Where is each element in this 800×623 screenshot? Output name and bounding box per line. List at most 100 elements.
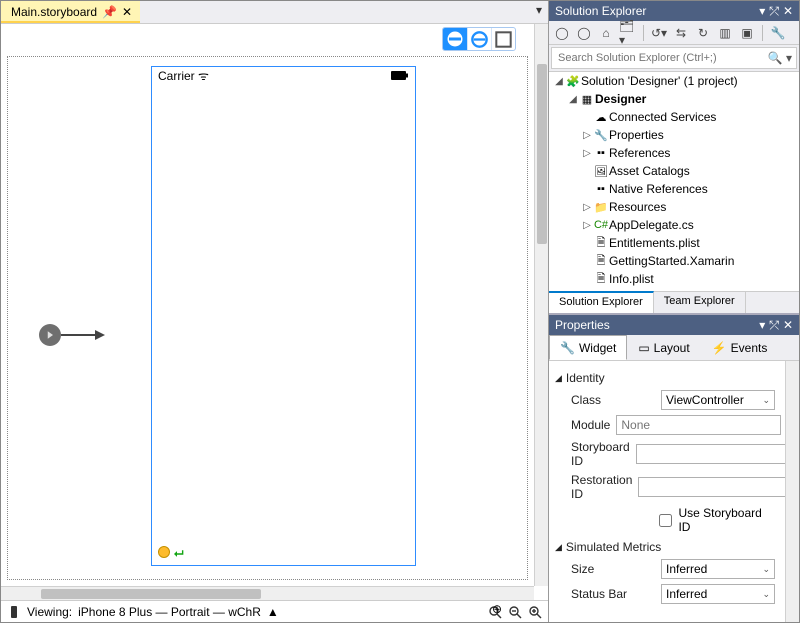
zoom-fit-button[interactable]: ⊕ [488, 605, 502, 619]
expander-icon[interactable]: ◢ [553, 76, 565, 87]
size-combo[interactable]: Inferred ⌄ [661, 559, 775, 579]
properties-panel: Properties ▾ ⤱ ✕ 🔧Widget ▭Layout ⚡Events… [549, 313, 799, 622]
property-row-restoration-id: Restoration ID [571, 473, 775, 501]
simulated-status-bar: Carrier ᯤ [152, 67, 415, 83]
designer-top-toolbar [442, 27, 516, 51]
use-storyboard-id-checkbox[interactable]: Use Storyboard ID [659, 506, 775, 534]
status-bar-combo[interactable]: Inferred ⌄ [661, 584, 775, 604]
vertical-scrollbar[interactable] [534, 24, 548, 586]
solution-explorer-title-bar[interactable]: Solution Explorer ▾ ⤱ ✕ [549, 1, 799, 21]
pin-icon[interactable]: 📌 [102, 5, 117, 19]
scrollbar-thumb[interactable] [537, 64, 547, 244]
tab-overflow-menu[interactable]: ▾ [530, 1, 548, 23]
chevron-down-icon: ⌄ [762, 395, 770, 406]
chevron-up-icon[interactable]: ▲ [267, 605, 279, 619]
tab-team-explorer[interactable]: Team Explorer [654, 292, 746, 313]
expander-icon[interactable]: ◢ [567, 94, 579, 105]
tree-item-native-references[interactable]: ▪▪ Native References [549, 180, 799, 198]
pin-icon[interactable]: ⤱ [769, 318, 779, 333]
initial-view-controller-arrow[interactable] [39, 324, 105, 346]
expander-icon[interactable]: ▷ [581, 148, 593, 159]
first-responder-icon[interactable] [158, 546, 170, 558]
properties-body: ◢ Identity Class ViewController ⌄ Module… [549, 361, 785, 622]
tree-item-appdelegate[interactable]: ▷ C# AppDelegate.cs [549, 216, 799, 234]
view-controller-scene[interactable]: Carrier ᯤ ⮠ [151, 66, 416, 566]
panel-menu-icon[interactable]: ▾ [759, 4, 765, 18]
checkbox-input[interactable] [659, 514, 672, 527]
view-code-button[interactable]: ▥ [716, 24, 734, 42]
solution-tree[interactable]: ◢ 🧩 Solution 'Designer' (1 project) ◢ ▦ … [549, 71, 799, 291]
vertical-scrollbar[interactable] [785, 361, 799, 622]
expander-icon[interactable]: ▷ [581, 202, 593, 213]
scene-dock[interactable]: ⮠ [158, 546, 184, 561]
search-icon[interactable]: 🔍 ▾ [768, 51, 792, 65]
close-icon[interactable]: ✕ [783, 318, 793, 332]
solution-explorer-search[interactable]: 🔍 ▾ [551, 47, 797, 69]
properties-tabs: 🔧Widget ▭Layout ⚡Events [549, 335, 799, 361]
expander-icon[interactable]: ▷ [581, 220, 593, 231]
tab-solution-explorer[interactable]: Solution Explorer [549, 291, 654, 313]
tree-item-references[interactable]: ▷ ▪▪ References [549, 144, 799, 162]
solution-explorer-panel: Solution Explorer ▾ ⤱ ✕ ◯ ◯ ⌂ 🗂▾ ↺▾ ⇆ ↻ … [549, 1, 799, 313]
cloud-icon: ☁ [593, 111, 609, 124]
property-row-use-storyboard-id: Use Storyboard ID [571, 506, 775, 534]
csharp-icon: C# [593, 219, 609, 231]
zoom-out-button[interactable] [508, 605, 522, 619]
tree-item-asset-catalogs[interactable]: 🖼 Asset Catalogs [549, 162, 799, 180]
show-all-button[interactable]: ↻ [694, 24, 712, 42]
tree-item-getting-started[interactable]: 🗎 GettingStarted.Xamarin [549, 252, 799, 270]
properties-title-bar[interactable]: Properties ▾ ⤱ ✕ [549, 315, 799, 335]
tree-item-connected-services[interactable]: ☁ Connected Services [549, 108, 799, 126]
chevron-down-icon: ⌄ [762, 589, 770, 600]
refresh-button[interactable]: ↺▾ [650, 24, 668, 42]
zoom-in-button[interactable] [528, 605, 542, 619]
close-icon[interactable]: ✕ [122, 5, 132, 19]
storyboard-id-field[interactable] [636, 444, 785, 464]
viewing-device[interactable]: iPhone 8 Plus — Portrait — wChR [78, 605, 261, 619]
exit-icon[interactable]: ⮠ [174, 546, 184, 561]
chevron-down-icon: ⌄ [762, 564, 770, 575]
panel-menu-icon[interactable]: ▾ [759, 318, 765, 332]
wrench-icon: 🔧 [593, 129, 609, 142]
group-header-identity[interactable]: ◢ Identity [555, 371, 775, 385]
frame-mode-button[interactable] [467, 28, 491, 50]
storyboard-designer: Carrier ᯤ ⮠ [1, 23, 548, 600]
pin-icon[interactable]: ⤱ [769, 4, 779, 19]
preview-button[interactable]: ▣ [738, 24, 756, 42]
close-icon[interactable]: ✕ [783, 4, 793, 18]
folder-icon: 📁 [593, 201, 609, 214]
tree-item-resources[interactable]: ▷ 📁 Resources [549, 198, 799, 216]
expander-icon[interactable]: ▷ [581, 130, 593, 141]
layout-icon: ▭ [638, 341, 649, 355]
class-combo[interactable]: ViewController ⌄ [661, 390, 775, 410]
lightning-icon: ⚡ [712, 341, 727, 355]
designer-status-bar: Viewing: iPhone 8 Plus — Portrait — wChR… [1, 600, 548, 622]
wifi-icon: ᯤ [198, 69, 209, 83]
tab-events[interactable]: ⚡Events [701, 335, 779, 360]
constraint-mode-button[interactable] [443, 28, 467, 50]
wrench-icon: 🔧 [560, 341, 575, 355]
document-tab-main-storyboard[interactable]: Main.storyboard 📌 ✕ [1, 1, 140, 23]
collapse-all-button[interactable]: ⇆ [672, 24, 690, 42]
carrier-label: Carrier [158, 69, 195, 83]
properties-button[interactable]: 🔧 [769, 24, 787, 42]
scrollbar-thumb[interactable] [41, 589, 261, 599]
search-input[interactable] [552, 48, 796, 68]
toggle-outline-button[interactable] [491, 28, 515, 50]
module-field[interactable] [616, 415, 781, 435]
back-button[interactable]: ◯ [553, 24, 571, 42]
forward-button[interactable]: ◯ [575, 24, 593, 42]
property-row-storyboard-id: Storyboard ID [571, 440, 775, 468]
sync-file-button[interactable]: 🗂▾ [619, 24, 637, 42]
tab-layout[interactable]: ▭Layout [627, 335, 700, 360]
restoration-id-field[interactable] [638, 477, 785, 497]
tree-item-entitlements[interactable]: 🗎 Entitlements.plist [549, 234, 799, 252]
tree-item-info-plist[interactable]: 🗎 Info.plist [549, 270, 799, 288]
solution-node[interactable]: ◢ 🧩 Solution 'Designer' (1 project) [549, 72, 799, 90]
horizontal-scrollbar[interactable] [1, 586, 534, 600]
tab-widget[interactable]: 🔧Widget [549, 335, 627, 360]
project-node[interactable]: ◢ ▦ Designer [549, 90, 799, 108]
home-button[interactable]: ⌂ [597, 24, 615, 42]
tree-item-properties[interactable]: ▷ 🔧 Properties [549, 126, 799, 144]
group-header-simulated-metrics[interactable]: ◢ Simulated Metrics [555, 540, 775, 554]
